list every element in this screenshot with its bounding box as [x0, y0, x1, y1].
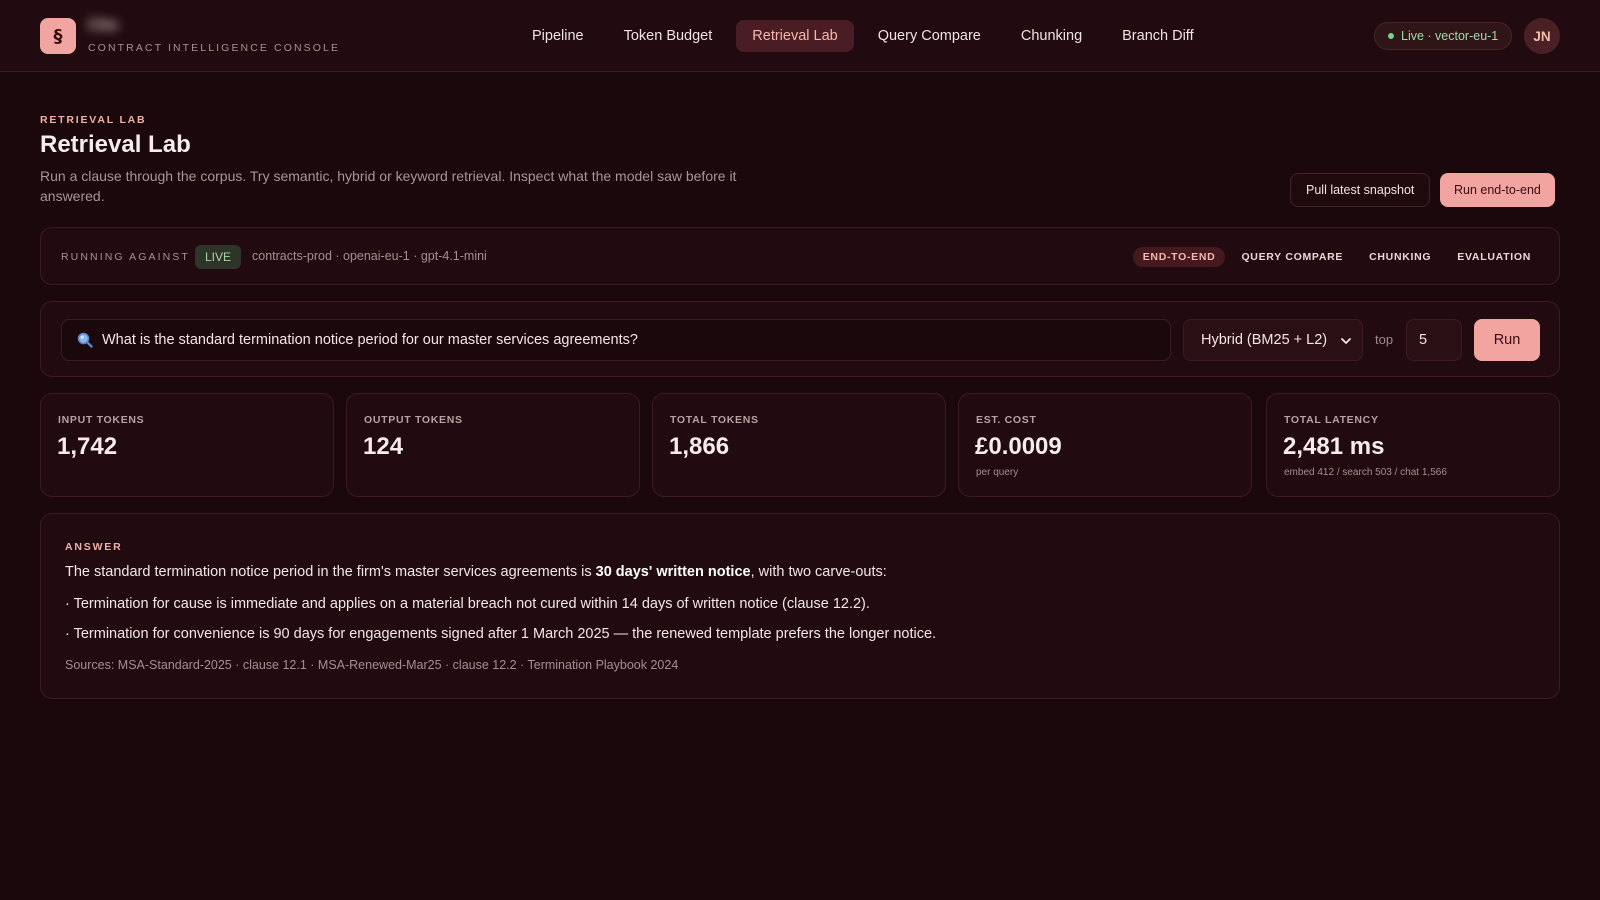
- metric-value: 1,742: [57, 433, 118, 460]
- answer-panel: ANSWER The standard termination notice p…: [40, 513, 1560, 699]
- nav-item-retrieval-lab[interactable]: Retrieval Lab: [736, 20, 854, 52]
- answer-intro-tail: , with two carve-outs:: [750, 564, 887, 580]
- live-badge: LIVE: [195, 245, 242, 269]
- context-label: RUNNING AGAINST: [61, 251, 190, 263]
- main-nav: Pipeline Token Budget Retrieval Lab Quer…: [516, 20, 1210, 52]
- metric-value: £0.0009: [975, 433, 1062, 460]
- chevron-down-icon: [1341, 338, 1351, 344]
- metric-subtext: embed 412 / search 503 / chat 1,566: [1284, 467, 1447, 478]
- context-tabs: END-TO-END QUERY COMPARE CHUNKING EVALUA…: [1132, 247, 1541, 267]
- answer-sources: Sources: MSA-Standard-2025 · clause 12.1…: [65, 658, 679, 672]
- query-bar: What is the standard termination notice …: [40, 301, 1560, 377]
- nav-item-query-compare[interactable]: Query Compare: [862, 20, 997, 52]
- metric-value: 1,866: [669, 433, 730, 460]
- answer-intro-text: The standard termination notice period i…: [65, 564, 596, 580]
- page-description: Run a clause through the corpus. Try sem…: [40, 168, 737, 204]
- user-avatar[interactable]: JN: [1524, 18, 1560, 54]
- tab-end-to-end[interactable]: END-TO-END: [1132, 247, 1226, 267]
- tab-chunking[interactable]: CHUNKING: [1359, 247, 1441, 267]
- metric-value: 124: [363, 433, 404, 460]
- status-dot-icon: [1388, 33, 1394, 39]
- tab-evaluation[interactable]: EVALUATION: [1447, 247, 1541, 267]
- query-input[interactable]: What is the standard termination notice …: [61, 319, 1171, 361]
- search-icon: [77, 332, 93, 348]
- metric-subtext: per query: [976, 467, 1019, 478]
- metric-value: 2,481 ms: [1283, 433, 1385, 460]
- metric-label: INPUT TOKENS: [58, 414, 145, 426]
- metric-label: EST. COST: [976, 414, 1037, 426]
- environment-status-pill[interactable]: Live · vector-eu-1: [1374, 22, 1513, 50]
- nav-item-pipeline[interactable]: Pipeline: [516, 20, 600, 52]
- query-text: What is the standard termination notice …: [102, 332, 638, 348]
- app-name: Clio: [88, 17, 119, 34]
- metric-card-total-tokens: TOTAL TOKENS 1,866: [652, 393, 946, 497]
- metric-label: OUTPUT TOKENS: [364, 414, 463, 426]
- metric-card-total-latency: TOTAL LATENCY 2,481 ms embed 412 / searc…: [1266, 393, 1560, 497]
- app-subtitle: CONTRACT INTELLIGENCE CONSOLE: [88, 42, 341, 54]
- answer-bullet: · Termination for cause is immediate and…: [65, 596, 870, 612]
- context-details: contracts-prod · openai-eu-1 · gpt-4.1-m…: [252, 249, 487, 263]
- top-bar: § Clio CONTRACT INTELLIGENCE CONSOLE Pip…: [0, 0, 1600, 72]
- metric-label: TOTAL TOKENS: [670, 414, 759, 426]
- page-title: Retrieval Lab: [40, 131, 191, 158]
- top-k-label: top: [1375, 332, 1394, 347]
- retrieval-mode-value: Hybrid (BM25 + L2): [1201, 332, 1328, 348]
- answer-bullet: · Termination for convenience is 90 days…: [65, 626, 937, 642]
- nav-item-chunking[interactable]: Chunking: [1005, 20, 1098, 52]
- metric-card-output-tokens: OUTPUT TOKENS 124: [346, 393, 640, 497]
- nav-item-token-budget[interactable]: Token Budget: [608, 20, 729, 52]
- top-k-input[interactable]: 5: [1406, 319, 1462, 361]
- run-end-to-end-button[interactable]: Run end-to-end: [1440, 173, 1555, 207]
- retrieval-mode-select[interactable]: Hybrid (BM25 + L2): [1183, 319, 1363, 361]
- tab-query-compare[interactable]: QUERY COMPARE: [1231, 247, 1353, 267]
- metric-card-input-tokens: INPUT TOKENS 1,742: [40, 393, 334, 497]
- answer-label: ANSWER: [65, 541, 123, 553]
- metric-card-est-cost: EST. COST £0.0009 per query: [958, 393, 1252, 497]
- pull-snapshot-button[interactable]: Pull latest snapshot: [1290, 173, 1431, 207]
- answer-highlight: 30 days' written notice: [595, 564, 751, 580]
- run-context-bar: RUNNING AGAINST LIVE contracts-prod · op…: [40, 227, 1560, 285]
- environment-status-label: Live · vector-eu-1: [1401, 29, 1499, 43]
- nav-item-branch-diff[interactable]: Branch Diff: [1106, 20, 1209, 52]
- metric-label: TOTAL LATENCY: [1284, 414, 1379, 426]
- app-logo[interactable]: §: [40, 18, 76, 54]
- page-eyebrow: RETRIEVAL LAB: [40, 114, 147, 126]
- run-query-button[interactable]: Run: [1474, 319, 1540, 361]
- answer-intro: The standard termination notice period i…: [65, 564, 887, 580]
